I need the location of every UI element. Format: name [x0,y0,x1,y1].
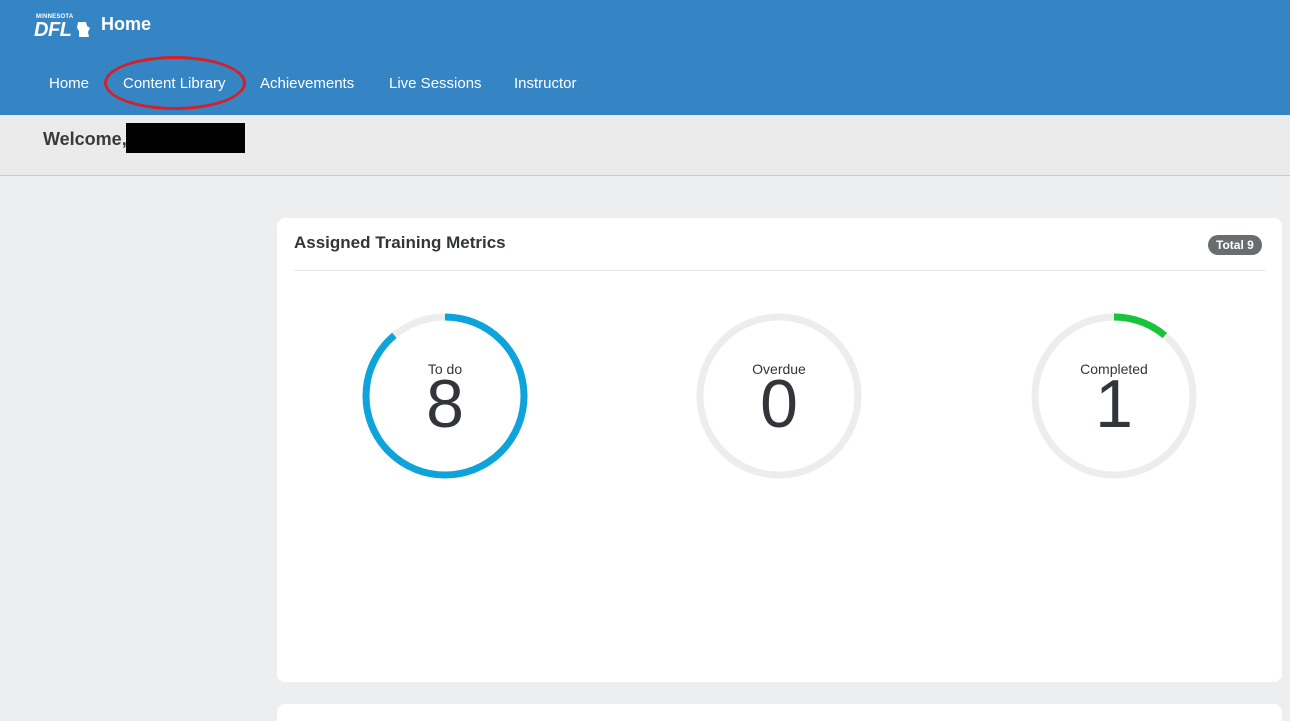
content-library-highlight-annotation [104,56,246,110]
metric-todo[interactable]: To do 8 [360,311,530,481]
card-title: Assigned Training Metrics [294,233,506,252]
nav-instructor[interactable]: Instructor [514,75,577,92]
metric-overdue[interactable]: Overdue 0 [694,311,864,481]
redacted-username [126,123,245,153]
minnesota-dfl-logo[interactable]: MINNESOTA DFL [34,14,92,42]
welcome-bar: Welcome, [0,115,1290,176]
nav-home[interactable]: Home [49,75,89,92]
nav-live-sessions[interactable]: Live Sessions [389,75,482,92]
completed-count: 1 [1095,366,1133,442]
card-divider [294,270,1265,271]
top-bar: MINNESOTA DFL Home Home Content Library … [0,0,1290,115]
total-badge: Total 9 [1208,235,1262,255]
welcome-text: Welcome, [43,129,127,149]
page-title: Home [101,14,152,34]
assigned-training-metrics-card: Assigned Training Metrics Total 9 To do … [277,218,1282,682]
secondary-card [277,704,1282,721]
overdue-count: 0 [760,366,798,442]
nav-achievements[interactable]: Achievements [260,75,354,92]
todo-count: 8 [426,366,464,442]
logo-big-text: DFL [34,19,72,41]
metric-completed[interactable]: Completed 1 [1029,311,1199,481]
minnesota-state-icon [77,22,90,37]
